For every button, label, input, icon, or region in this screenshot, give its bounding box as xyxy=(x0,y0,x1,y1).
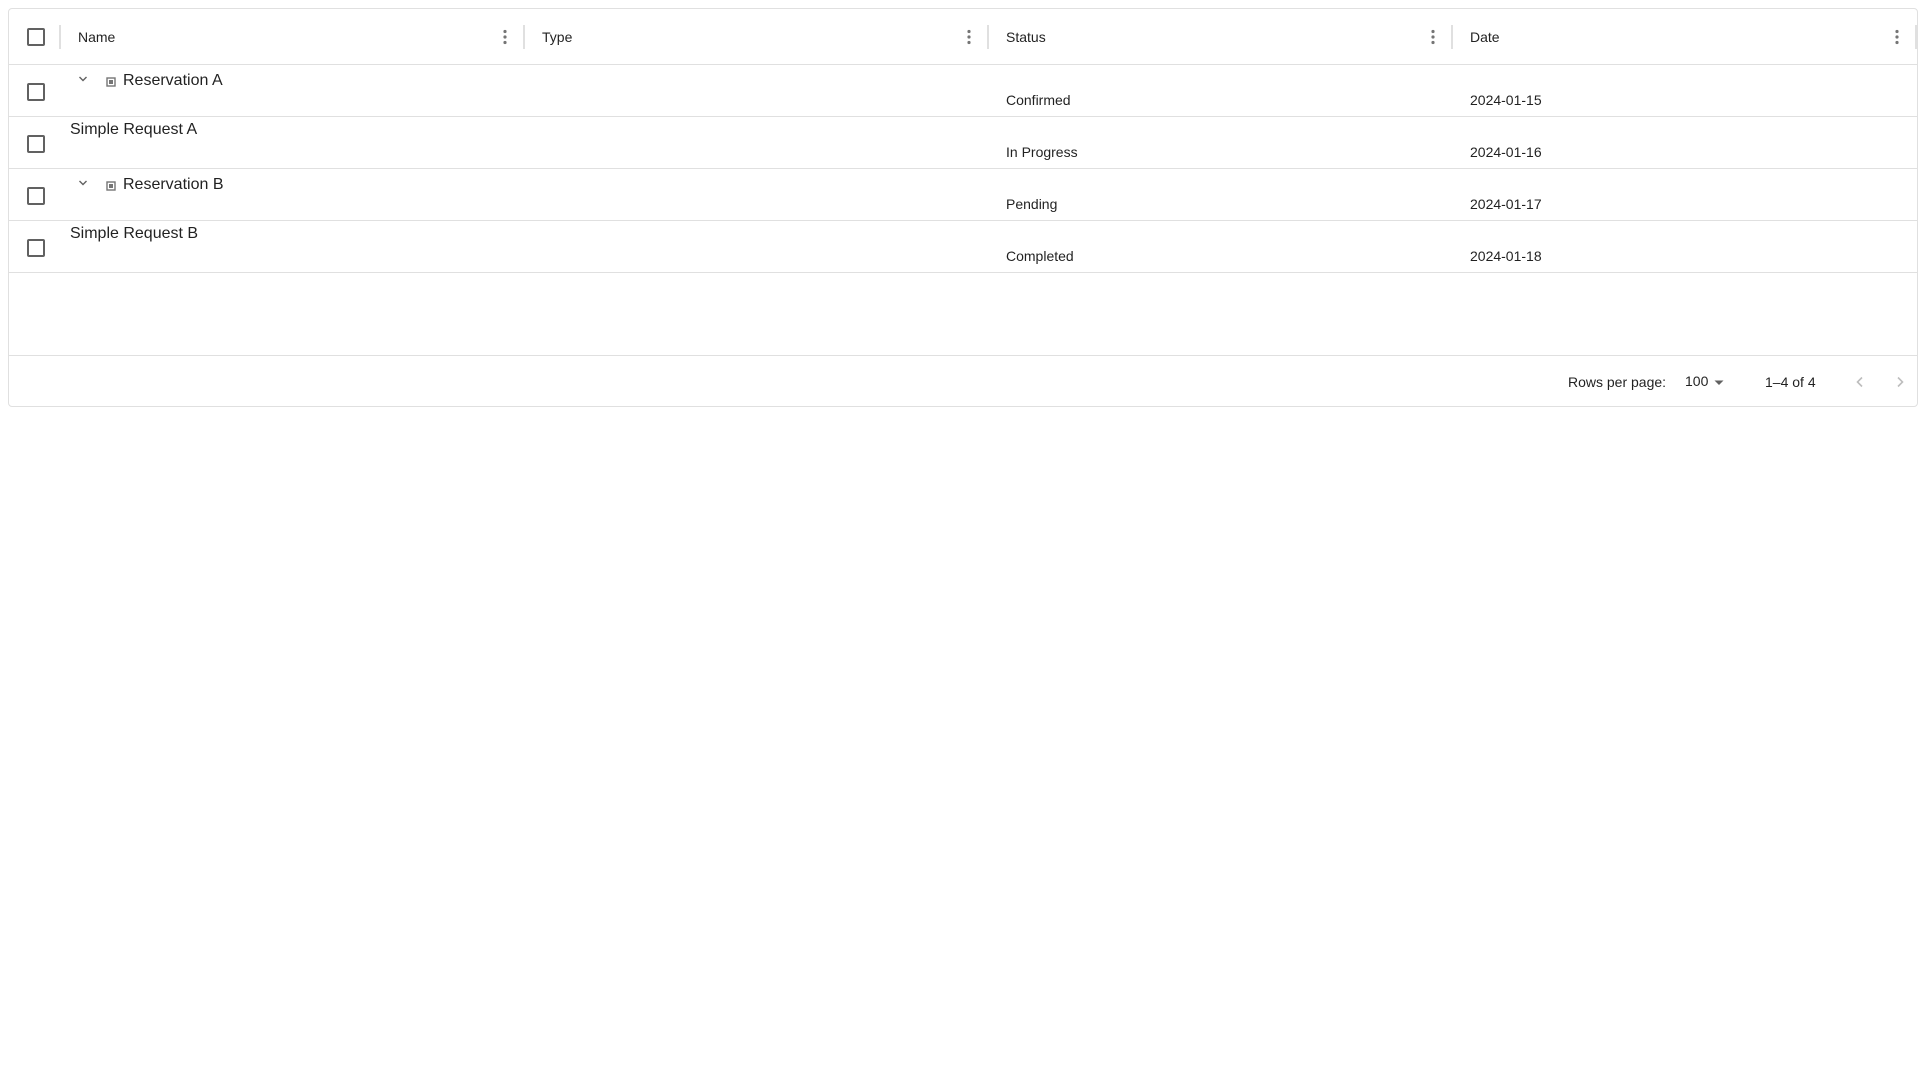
chevron-right-icon xyxy=(1892,374,1908,390)
column-header-name[interactable]: Name xyxy=(68,9,528,65)
chevron-down-icon[interactable] xyxy=(75,175,91,191)
column-menu-icon[interactable] xyxy=(493,25,517,49)
row-date: 2024-01-16 xyxy=(1470,144,1542,160)
chevron-left-icon xyxy=(1852,374,1868,390)
column-title-date: Date xyxy=(1470,29,1500,45)
row-date: 2024-01-15 xyxy=(1470,92,1542,108)
square-icon xyxy=(106,74,116,87)
rows-per-page-select[interactable]: 100 xyxy=(1684,368,1734,396)
row-date: 2024-01-17 xyxy=(1470,196,1542,212)
row-name: Reservation B xyxy=(123,176,224,193)
row-checkbox[interactable] xyxy=(27,83,45,101)
row-checkbox[interactable] xyxy=(27,239,45,257)
arrow-drop-down-icon xyxy=(1711,374,1727,390)
row-status: In Progress xyxy=(1006,144,1078,160)
column-title-type: Type xyxy=(542,29,573,45)
select-all-checkbox[interactable] xyxy=(27,28,45,46)
row-status: Completed xyxy=(1006,248,1074,264)
grid-header: Name Type Status Date xyxy=(9,9,1917,65)
column-menu-icon[interactable] xyxy=(957,25,981,49)
column-header-date[interactable]: Date xyxy=(1460,9,1880,65)
column-menu-icon[interactable] xyxy=(1421,25,1445,49)
column-separator[interactable] xyxy=(59,25,61,49)
table-row[interactable]: Reservation A Confirmed 2024-01-15 xyxy=(9,65,1917,117)
column-separator[interactable] xyxy=(1915,25,1917,49)
row-status: Pending xyxy=(1006,196,1058,212)
row-name: Simple Request B xyxy=(70,225,199,242)
table-row[interactable]: Simple Request B Completed 2024-01-18 xyxy=(9,221,1917,273)
column-separator[interactable] xyxy=(1451,25,1453,49)
column-title-name: Name xyxy=(78,29,116,45)
row-date: 2024-01-18 xyxy=(1470,248,1542,264)
data-grid: Name Type Status Date Reservation A Conf… xyxy=(8,8,1918,407)
table-row[interactable]: Reservation B Pending 2024-01-17 xyxy=(9,169,1917,221)
column-separator[interactable] xyxy=(987,25,989,49)
rows-per-page-label: Rows per page: xyxy=(1568,374,1667,390)
rows-per-page-value: 100 xyxy=(1685,373,1709,389)
chevron-down-icon[interactable] xyxy=(75,71,91,87)
page-range-text: 1–4 of 4 xyxy=(1765,374,1816,390)
grid-footer: Rows per page: 100 1–4 of 4 xyxy=(9,355,1917,406)
column-header-type[interactable]: Type xyxy=(532,9,992,65)
column-menu-icon[interactable] xyxy=(1885,25,1909,49)
table-row[interactable]: Simple Request A In Progress 2024-01-16 xyxy=(9,117,1917,169)
row-checkbox[interactable] xyxy=(27,135,45,153)
previous-page-button[interactable] xyxy=(1844,366,1876,398)
next-page-button[interactable] xyxy=(1884,366,1916,398)
row-checkbox[interactable] xyxy=(27,187,45,205)
column-title-status: Status xyxy=(1006,29,1046,45)
row-name: Simple Request A xyxy=(70,121,198,138)
column-header-status[interactable]: Status xyxy=(996,9,1456,65)
column-separator[interactable] xyxy=(523,25,525,49)
row-name: Reservation A xyxy=(123,72,223,89)
row-status: Confirmed xyxy=(1006,92,1071,108)
square-icon xyxy=(106,178,116,191)
